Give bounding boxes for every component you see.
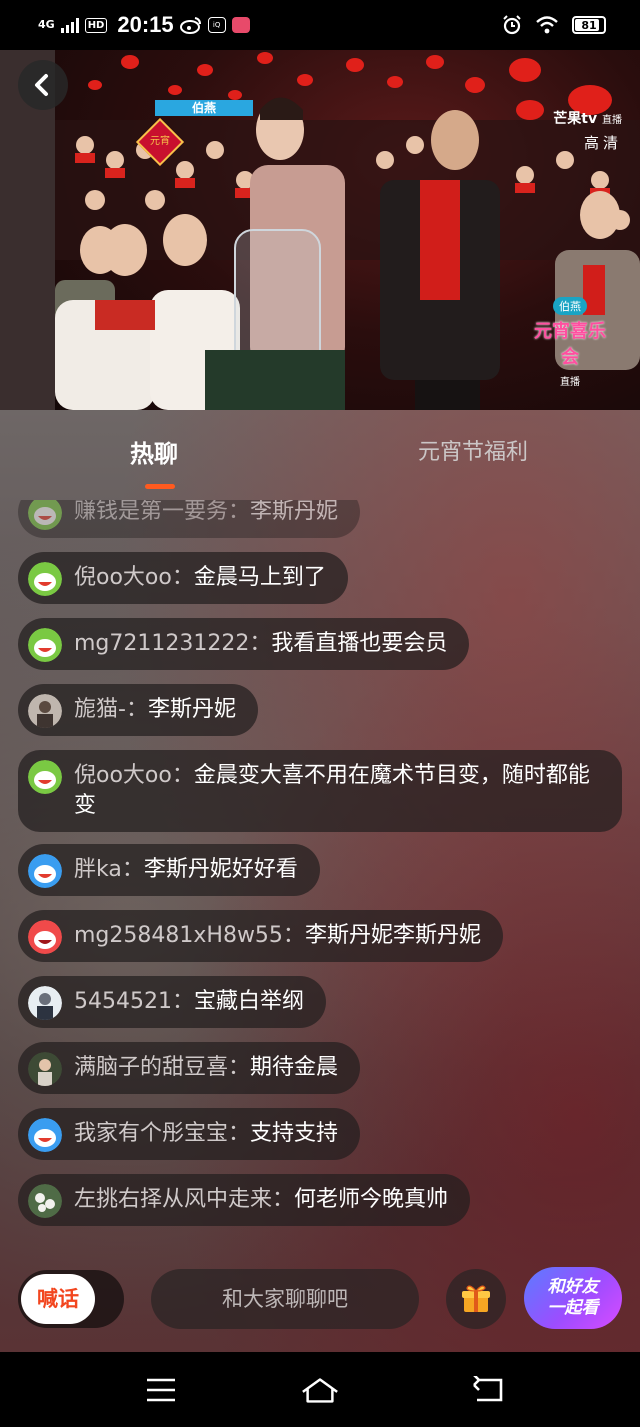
photo-avatar — [28, 986, 62, 1020]
home-icon — [302, 1378, 338, 1403]
back-arrow-icon — [35, 74, 48, 96]
message-username: 5454521： — [74, 989, 194, 1014]
back-nav-button[interactable] — [468, 1370, 508, 1410]
message-text: 李斯丹妮李斯丹妮 — [304, 923, 481, 948]
bottom-action-bar: 喊话 和大家聊聊吧 和好友 一起看 — [0, 1265, 640, 1352]
system-nav-bar — [0, 1352, 640, 1427]
mascot-icon — [28, 760, 62, 794]
message-text: 何老师今晚真帅 — [294, 1187, 449, 1212]
chat-message: 倪oo大oo：金晨马上到了 — [18, 552, 348, 604]
live-video-player[interactable]: 伯燕 元宵 芒果tv 直播 高清 伯燕 元宵喜乐会 直播 — [55, 50, 640, 410]
message-username: 旎猫-： — [74, 697, 148, 722]
battery-icon: 81 — [572, 16, 606, 34]
chat-message: mg7211231222：我看直播也要会员 — [18, 618, 470, 670]
iqiyi-icon: iQ — [207, 17, 226, 33]
status-bar: 4G HD 20:15 iQ 81 — [0, 0, 640, 50]
chat-message: 倪oo大oo：金晨变大喜不用在魔术节目变，随时都能变 — [18, 750, 622, 832]
clock: 20:15 — [117, 12, 174, 37]
home-nav-button[interactable] — [300, 1370, 340, 1410]
watch-line-1: 和好友 — [547, 1277, 599, 1297]
photo-avatar — [28, 694, 62, 728]
channel-live-label: 直播 — [602, 115, 622, 126]
red-mascot-icon — [28, 920, 62, 954]
message-username: 满脑子的甜豆喜： — [74, 1055, 251, 1080]
show-logo-tag: 伯燕 — [553, 297, 587, 315]
show-sponsor-badge: 伯燕 — [155, 100, 253, 116]
gift-icon — [462, 1285, 490, 1312]
weibo-icon — [179, 17, 201, 34]
chat-message: mg258481xH8w55：李斯丹妮李斯丹妮 — [18, 910, 503, 962]
message-text: 金晨马上到了 — [193, 565, 326, 590]
mascot-icon — [28, 562, 62, 596]
message-text: 期待金晨 — [250, 1055, 339, 1080]
message-username: 倪oo大oo： — [74, 763, 194, 788]
photo-avatar — [28, 1184, 62, 1218]
message-text: 李斯丹妮 — [147, 697, 236, 722]
chat-message: 我家有个彤宝宝：支持支持 — [18, 1108, 361, 1160]
tab-bar: 热聊 元宵节福利 — [0, 410, 640, 500]
shout-button[interactable]: 喊话 — [21, 1274, 95, 1324]
alarm-icon — [503, 15, 521, 35]
back-return-icon — [473, 1376, 503, 1402]
back-button[interactable] — [18, 60, 68, 110]
show-logo-name: 元宵喜乐会 — [534, 321, 606, 368]
signal-icon — [60, 17, 79, 33]
interaction-panel: 热聊 元宵节福利 赚钱是第一要务：李斯丹妮 倪oo大oo：金晨马上到了 mg72… — [0, 410, 640, 1352]
menu-nav-button[interactable] — [141, 1370, 181, 1410]
chat-message: 5454521：宝藏白举纲 — [18, 976, 326, 1028]
mango-app-icon — [231, 17, 250, 33]
message-username: mg7211231222： — [74, 631, 272, 656]
photo-avatar — [28, 1052, 62, 1086]
message-text: 李斯丹妮好好看 — [143, 857, 298, 882]
message-username: mg258481xH8w55： — [74, 923, 305, 948]
watch-with-friends-button[interactable]: 和好友 一起看 — [524, 1267, 622, 1329]
gift-button[interactable] — [446, 1269, 506, 1329]
message-username: 左挑右择从风中走来： — [74, 1187, 295, 1212]
menu-icon — [147, 1378, 175, 1402]
blue-mascot-icon — [28, 854, 62, 888]
chat-message: 赚钱是第一要务：李斯丹妮 — [18, 500, 361, 538]
tab-festival-welfare[interactable]: 元宵节福利 — [418, 434, 528, 466]
wifi-icon — [536, 16, 558, 34]
chat-list[interactable]: 赚钱是第一要务：李斯丹妮 倪oo大oo：金晨马上到了 mg7211231222：… — [0, 500, 640, 1270]
channel-name: 芒果tv — [553, 111, 598, 127]
chat-message: 旎猫-：李斯丹妮 — [18, 684, 258, 736]
network-type: 4G — [38, 18, 55, 31]
channel-watermark: 芒果tv 直播 高清 — [553, 108, 622, 153]
chat-message: 左挑右择从风中走来：何老师今晚真帅 — [18, 1174, 471, 1226]
chat-message: 满脑子的甜豆喜：期待金晨 — [18, 1042, 361, 1094]
message-text: 支持支持 — [250, 1121, 339, 1146]
shout-toggle[interactable]: 喊话 — [18, 1270, 124, 1328]
message-text: 宝藏白举纲 — [193, 989, 304, 1014]
chat-input[interactable]: 和大家聊聊吧 — [151, 1269, 419, 1329]
message-text: 李斯丹妮 — [250, 500, 339, 524]
tab-hot-chat[interactable]: 热聊 — [130, 434, 178, 469]
message-username: 倪oo大oo： — [74, 565, 194, 590]
message-username: 胖ka： — [74, 857, 144, 882]
message-text: 我看直播也要会员 — [271, 631, 448, 656]
show-logo: 伯燕 元宵喜乐会 直播 — [530, 295, 610, 388]
quality-label[interactable]: 高清 — [553, 132, 622, 153]
show-logo-live: 直播 — [560, 377, 580, 388]
blue-mascot-icon — [28, 1118, 62, 1152]
message-username: 我家有个彤宝宝： — [74, 1121, 251, 1146]
mascot-icon — [28, 500, 62, 530]
watch-line-2: 一起看 — [547, 1298, 599, 1318]
active-tab-indicator — [145, 484, 175, 489]
message-username: 赚钱是第一要务： — [74, 500, 251, 524]
chat-message: 胖ka：李斯丹妮好好看 — [18, 844, 320, 896]
mascot-icon — [28, 628, 62, 662]
battery-level: 81 — [581, 18, 597, 32]
hd-voice-badge: HD — [84, 17, 108, 33]
